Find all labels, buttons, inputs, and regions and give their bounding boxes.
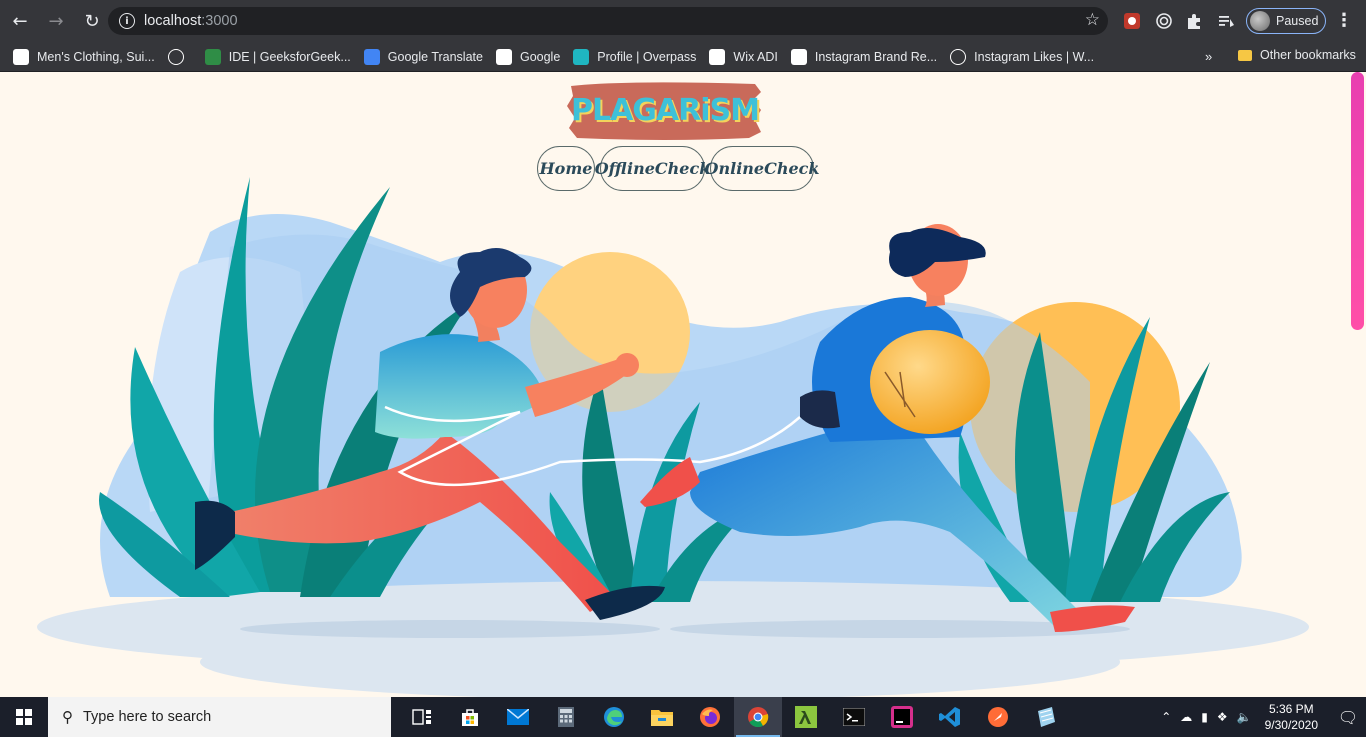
volume-icon[interactable]: 🔈	[1237, 710, 1252, 724]
google-translate-icon	[363, 48, 380, 65]
bookmark-item[interactable]: Instagram Brand Re...	[790, 48, 938, 65]
address-bar[interactable]: i localhost:3000 ☆	[108, 7, 1108, 35]
forward-arrow-icon[interactable]: →	[40, 5, 72, 37]
geeksforgeeks-icon	[204, 48, 221, 65]
media-queue-icon[interactable]	[1215, 10, 1237, 32]
stylized-s-icon	[13, 48, 29, 65]
bookmark-item[interactable]: Men's Clothing, Sui...	[13, 48, 155, 65]
edge-icon[interactable]	[590, 697, 638, 737]
main-nav: Home OfflineCheck OnlineCheck	[537, 146, 819, 191]
logo-text: PLAGARiSM	[570, 92, 760, 128]
notification-icon[interactable]: 🗨	[1330, 708, 1366, 727]
search-placeholder: Type here to search	[83, 709, 212, 725]
start-button[interactable]	[0, 697, 48, 737]
other-bookmarks-label: Other bookmarks	[1260, 48, 1356, 62]
url-port: :3000	[201, 13, 238, 29]
extensions-puzzle-icon[interactable]	[1183, 10, 1205, 32]
bookmark-item[interactable]: Wix ADI	[709, 48, 778, 65]
folder-icon	[1238, 49, 1252, 61]
other-bookmarks-folder[interactable]: Other bookmarks	[1238, 48, 1356, 62]
bookmark-label: Google	[519, 49, 561, 64]
address-url[interactable]: localhost:3000	[144, 13, 238, 29]
bookmark-item[interactable]: Google	[495, 48, 561, 65]
bookmark-label: Instagram Likes | W...	[974, 49, 1095, 64]
site-logo[interactable]: PLAGARiSM	[565, 78, 765, 142]
chrome-icon[interactable]	[734, 697, 782, 737]
instagram-icon	[790, 48, 807, 65]
bookmark-label: Instagram Brand Re...	[814, 49, 938, 64]
wifi-icon[interactable]: ❖	[1217, 710, 1228, 724]
globe-icon	[167, 48, 184, 65]
bookmark-item[interactable]: Google Translate	[363, 48, 483, 65]
profile-button[interactable]: Paused	[1246, 8, 1326, 34]
vscode-icon[interactable]	[926, 697, 974, 737]
taskbar-search-input[interactable]: ⚲ Type here to search	[48, 697, 391, 737]
search-icon: ⚲	[62, 709, 73, 726]
file-explorer-icon[interactable]	[638, 697, 686, 737]
google-icon	[495, 48, 512, 65]
browser-menu-icon[interactable]: ⋮	[1335, 10, 1353, 31]
clock-date: 9/30/2020	[1264, 718, 1318, 732]
terminal-icon[interactable]	[830, 697, 878, 737]
lambda-app-icon[interactable]	[782, 697, 830, 737]
chevron-up-icon[interactable]: ⌃	[1161, 710, 1171, 724]
bookmark-item[interactable]: Instagram Likes | W...	[950, 48, 1095, 65]
site-info-icon[interactable]: i	[119, 13, 135, 29]
nav-onlinecheck-button[interactable]: OnlineCheck	[705, 146, 819, 191]
avatar	[1250, 11, 1270, 31]
wix-icon	[709, 48, 726, 65]
bookmark-star-icon[interactable]: ☆	[1085, 10, 1100, 30]
bookmark-label: Men's Clothing, Sui...	[37, 49, 155, 64]
browser-toolbar: ← → ↻ i localhost:3000 ☆ Paused ⋮	[0, 0, 1366, 42]
extension-target-icon[interactable]	[1153, 10, 1175, 32]
mail-icon[interactable]	[494, 697, 542, 737]
windows-logo-icon	[16, 709, 32, 725]
firefox-icon[interactable]	[686, 697, 734, 737]
bookmark-item[interactable]	[167, 48, 192, 65]
extension-red-icon[interactable]	[1121, 10, 1143, 32]
page-viewport: PLAGARiSM Home OfflineCheck OnlineCheck	[0, 72, 1366, 697]
back-arrow-icon[interactable]: ←	[4, 5, 36, 37]
nav-offlinecheck-button[interactable]: OfflineCheck	[595, 146, 710, 191]
calculator-icon[interactable]	[542, 697, 590, 737]
battery-icon[interactable]: ▮	[1201, 710, 1208, 724]
profile-status: Paused	[1276, 14, 1319, 28]
system-tray: ⌃ ☁ ▮ ❖ 🔈 5:36 PM 9/30/2020 🗨	[1161, 697, 1366, 737]
bookmark-label: Google Translate	[387, 49, 483, 64]
windows-taskbar: ⚲ Type here to search ⌃ ☁ ▮ ❖ 🔈 5:36 PM …	[0, 697, 1366, 737]
bookmark-item[interactable]: IDE | GeeksforGeek...	[204, 48, 351, 65]
scrollbar-thumb[interactable]	[1351, 72, 1364, 330]
postman-icon[interactable]	[974, 697, 1022, 737]
bookmark-label: Wix ADI	[733, 49, 778, 64]
bookmark-label: IDE | GeeksforGeek...	[228, 49, 351, 64]
store-icon[interactable]	[446, 697, 494, 737]
nav-home-button[interactable]: Home	[537, 146, 595, 191]
taskbar-clock[interactable]: 5:36 PM 9/30/2020	[1265, 701, 1318, 733]
bookmarks-overflow-chevron-icon[interactable]: »	[1205, 49, 1212, 64]
clock-time: 5:36 PM	[1268, 702, 1314, 716]
bookmarks-bar: Men's Clothing, Sui... IDE | GeeksforGeek…	[0, 42, 1366, 72]
cloud-icon[interactable]: ☁	[1180, 710, 1192, 724]
notepad-icon[interactable]	[1022, 697, 1070, 737]
bookmark-item[interactable]: Profile | Overpass	[573, 48, 697, 65]
url-host: localhost	[144, 13, 202, 29]
task-view-icon[interactable]	[398, 697, 446, 737]
reload-icon[interactable]: ↻	[76, 5, 108, 37]
globe-icon	[950, 48, 967, 65]
jetbrains-icon[interactable]	[878, 697, 926, 737]
bookmark-label: Profile | Overpass	[597, 49, 697, 64]
overpass-icon	[573, 48, 590, 65]
